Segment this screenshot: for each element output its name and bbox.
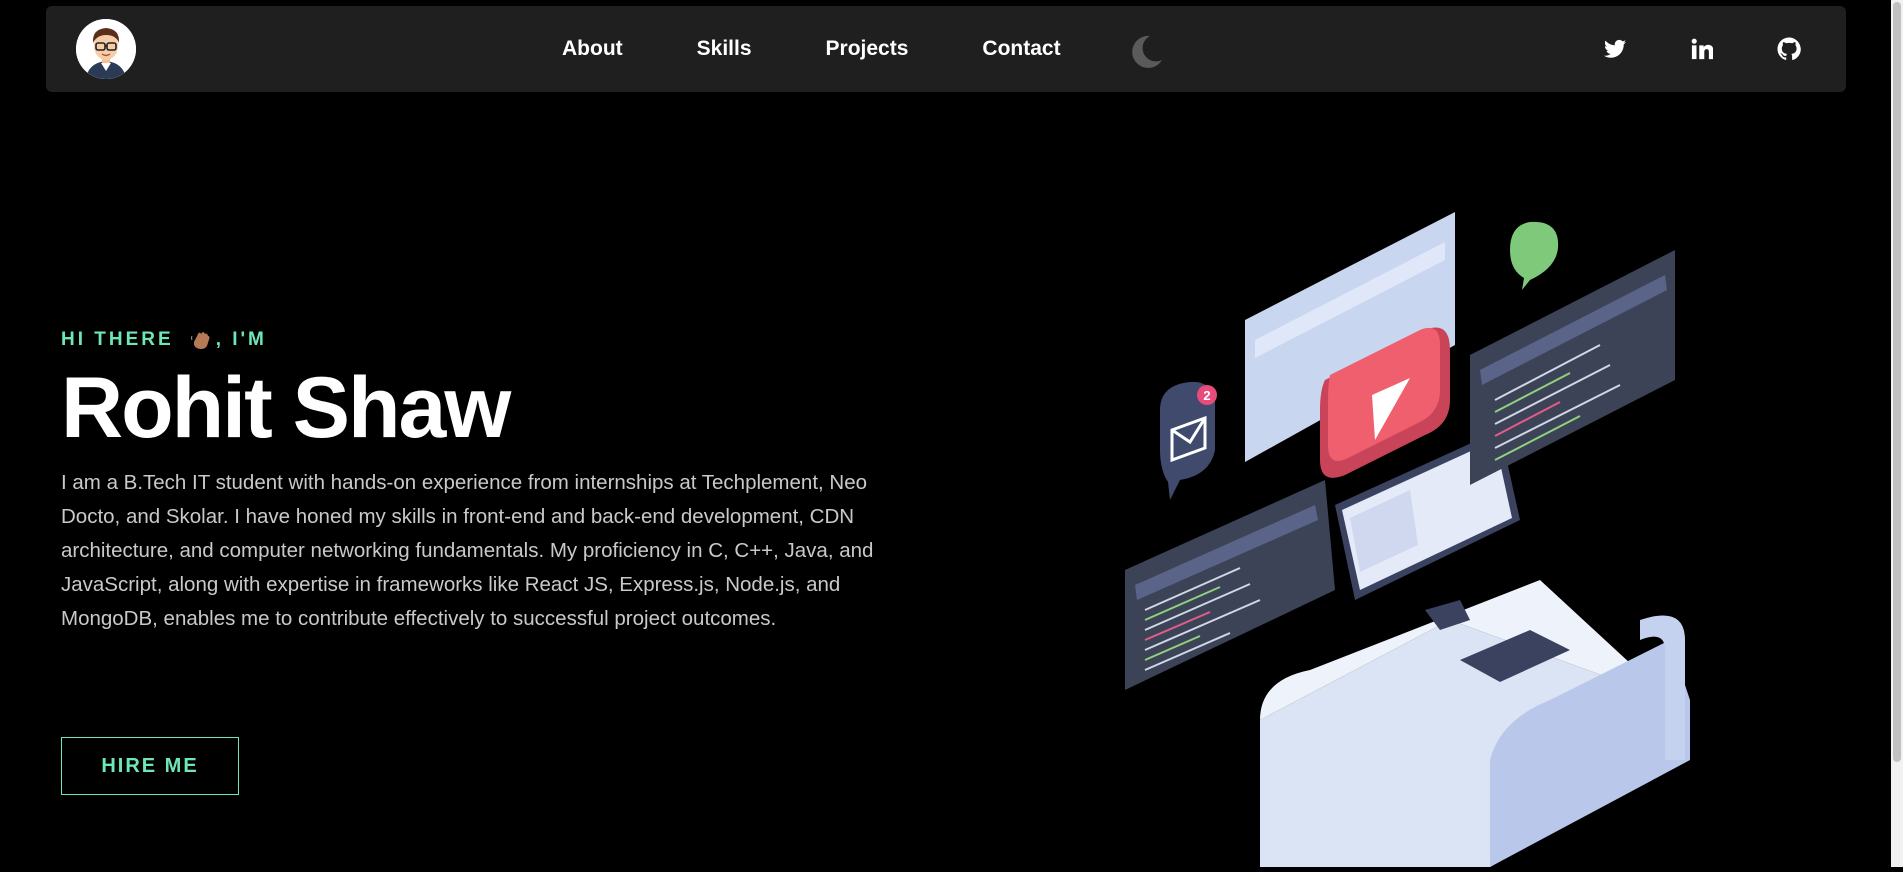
- nav-link-projects[interactable]: Projects: [826, 37, 909, 61]
- nav-link-about[interactable]: About: [562, 37, 623, 61]
- nav-link-contact[interactable]: Contact: [982, 37, 1060, 61]
- hero-intro: HI THERE , I'M Rohit Shaw I am a B.Tech …: [61, 328, 941, 657]
- greeting-suffix: , I'M: [215, 329, 267, 350]
- hire-me-button[interactable]: HIRE ME: [61, 737, 239, 795]
- scrollbar-thumb[interactable]: [1893, 2, 1901, 762]
- hero-name: Rohit Shaw: [61, 360, 511, 456]
- twitter-icon[interactable]: [1600, 34, 1630, 64]
- greeting: HI THERE , I'M: [61, 328, 941, 352]
- avatar[interactable]: [76, 19, 136, 79]
- vertical-scrollbar[interactable]: [1891, 0, 1903, 867]
- avatar-illustration: [76, 19, 136, 79]
- navbar: About Skills Projects Contact: [46, 6, 1846, 92]
- waving-hand-icon: [190, 330, 212, 350]
- moon-icon[interactable]: [1126, 32, 1166, 72]
- nav-link-skills[interactable]: Skills: [697, 37, 752, 61]
- social-links: [1543, 6, 1804, 92]
- greeting-prefix: HI THERE: [61, 329, 174, 350]
- hero-bio: I am a B.Tech IT student with hands-on e…: [61, 471, 874, 630]
- mail-badge-count: 2: [1203, 388, 1210, 403]
- nav-links: About Skills Projects Contact: [562, 6, 1135, 92]
- github-icon[interactable]: [1774, 34, 1804, 64]
- developer-workspace-illustration: 2: [1110, 200, 1710, 867]
- linkedin-icon[interactable]: [1687, 34, 1717, 64]
